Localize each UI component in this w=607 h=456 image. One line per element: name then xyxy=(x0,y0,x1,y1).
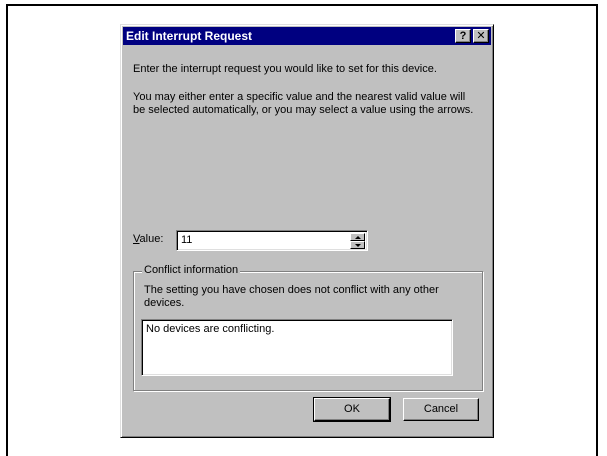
help-icon: ? xyxy=(459,30,467,42)
spin-down-button[interactable] xyxy=(350,241,365,249)
value-label-rest: alue: xyxy=(139,233,164,245)
close-icon: ✕ xyxy=(476,30,486,42)
spin-up-button[interactable] xyxy=(350,233,365,241)
spin-down-arrow-icon xyxy=(355,244,361,247)
instruction-text: Enter the interrupt request you would li… xyxy=(133,63,437,75)
help-button[interactable]: ? xyxy=(455,29,471,43)
value-input[interactable]: 11 xyxy=(181,234,192,246)
explanation-text: You may either enter a specific value an… xyxy=(133,91,474,116)
spin-buttons xyxy=(350,233,365,249)
value-spinbox[interactable]: 11 xyxy=(176,230,368,251)
close-button[interactable]: ✕ xyxy=(473,29,489,43)
edit-interrupt-request-dialog: Edit Interrupt Request ? ✕ Enter the int… xyxy=(120,24,494,438)
dialog-title: Edit Interrupt Request xyxy=(126,29,253,43)
ok-button[interactable]: OK xyxy=(313,397,391,422)
value-label: Value: xyxy=(133,233,163,245)
conflict-group-title: Conflict information xyxy=(142,264,241,276)
conflicting-devices-list[interactable]: No devices are conflicting. xyxy=(141,319,453,376)
conflict-list-text: No devices are conflicting. xyxy=(146,323,275,335)
cancel-button[interactable]: Cancel xyxy=(403,398,479,421)
conflict-message: The setting you have chosen does not con… xyxy=(144,284,439,309)
spin-up-arrow-icon xyxy=(355,236,361,239)
title-bar[interactable]: Edit Interrupt Request ? ✕ xyxy=(123,27,491,45)
